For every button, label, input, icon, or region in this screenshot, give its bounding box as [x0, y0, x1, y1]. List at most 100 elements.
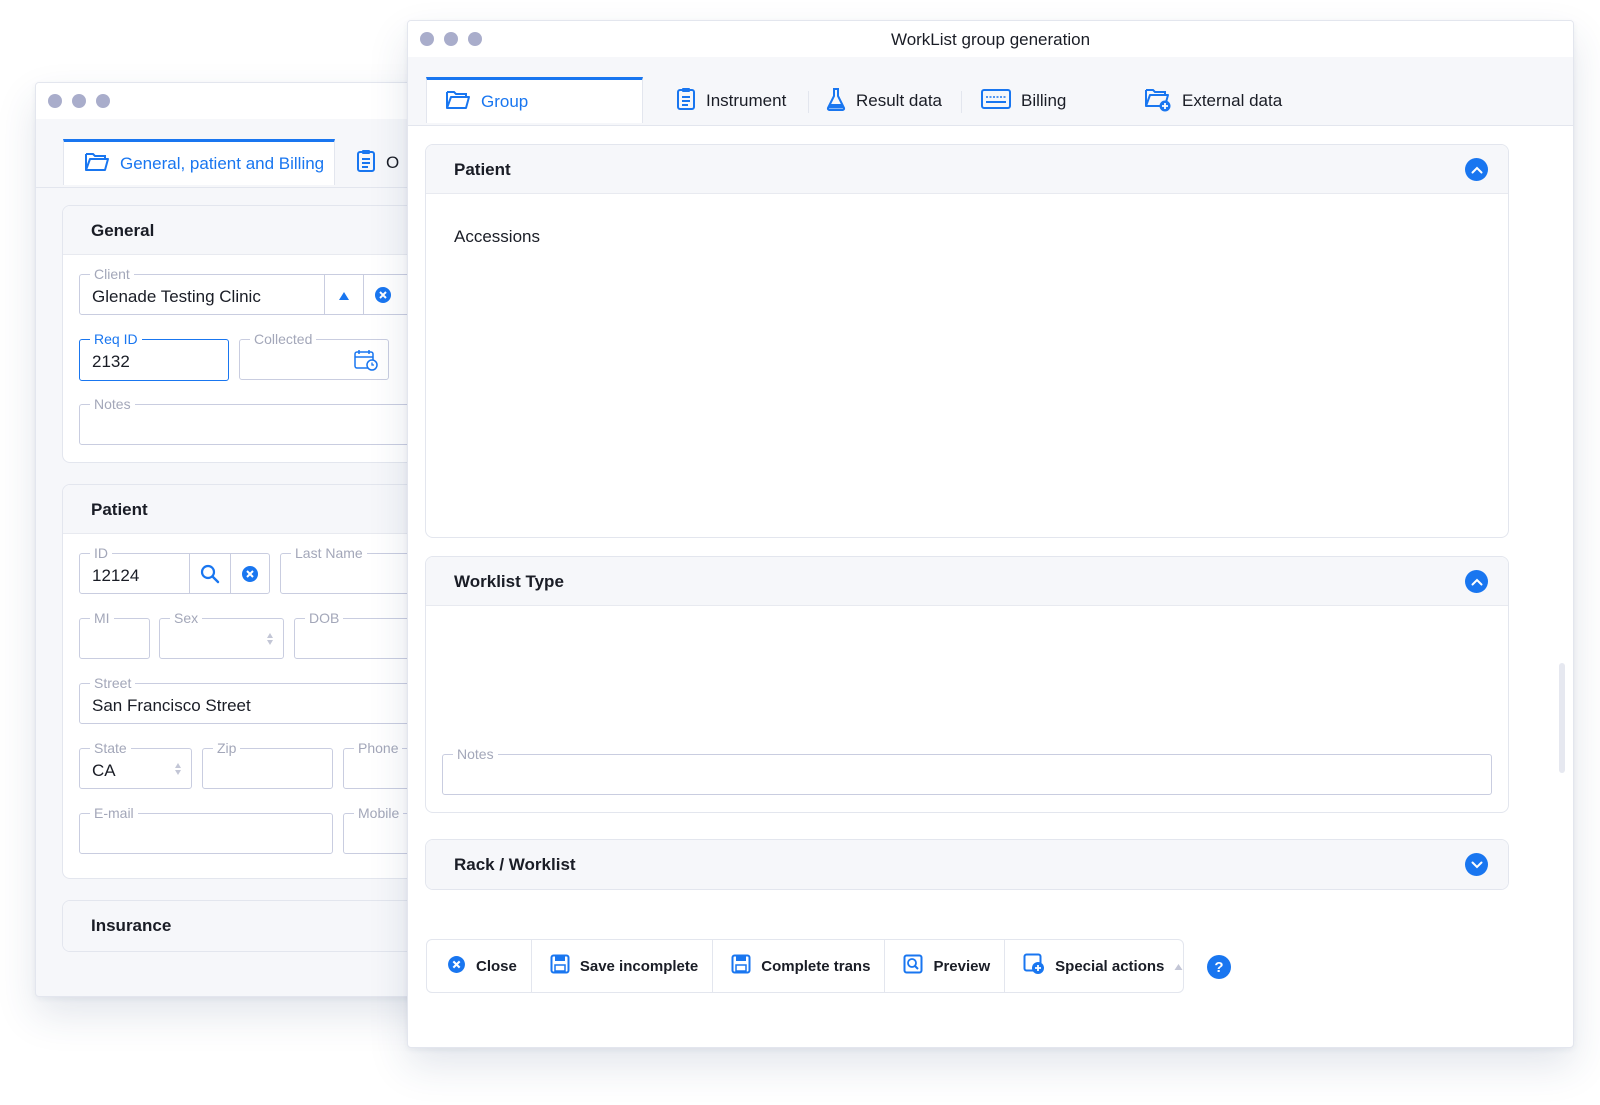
panel-title: Patient [454, 160, 511, 179]
tab-o[interactable]: O [356, 139, 399, 187]
calendar-icon[interactable] [354, 349, 378, 376]
worklist-type-panel: Worklist Type Notes [425, 556, 1509, 813]
save-incomplete-button[interactable]: Save incomplete [532, 940, 714, 992]
field-label: Notes [90, 395, 135, 413]
tab-label: Group [481, 91, 529, 111]
special-actions-icon [1023, 953, 1045, 979]
preview-icon [903, 954, 923, 978]
field-value: 2132 [92, 352, 130, 371]
rack-worklist-panel: Rack / Worklist [425, 839, 1509, 890]
field-label: Phone [354, 739, 403, 757]
tab-label: O [386, 153, 400, 172]
panel-title: Insurance [91, 916, 172, 935]
collected-field[interactable]: Collected [239, 330, 389, 380]
save-icon [731, 954, 751, 978]
field-label: Client [90, 265, 134, 283]
rack-worklist-panel-header[interactable]: Rack / Worklist [426, 840, 1508, 889]
panel-title: Worklist Type [454, 572, 564, 591]
scrollbar[interactable] [1559, 663, 1565, 773]
button-label: Close [476, 957, 517, 975]
patient-id-field[interactable]: ID 12124 [79, 544, 270, 594]
worklist-type-panel-header[interactable]: Worklist Type [426, 557, 1508, 606]
tab-label: External data [1182, 91, 1283, 110]
field-label: Last Name [291, 544, 367, 562]
button-label: Special actions [1055, 957, 1165, 975]
folder-add-icon [1144, 86, 1172, 117]
email-field[interactable]: E-mail [79, 804, 333, 854]
patient-panel: Patient Accessions [425, 144, 1509, 538]
worklist-notes-field[interactable]: Notes [442, 745, 1492, 795]
field-label: Zip [213, 739, 241, 757]
field-value: San Francisco Street [92, 696, 251, 715]
field-label: Mobile [354, 804, 404, 822]
preview-button[interactable]: Preview [885, 940, 1006, 992]
complete-trans-button[interactable]: Complete trans [713, 940, 886, 992]
special-actions-button[interactable]: Special actions [1005, 940, 1197, 992]
accessions-label: Accessions [454, 227, 540, 246]
button-label: Preview [933, 957, 991, 975]
mi-field[interactable]: MI [79, 609, 150, 659]
window-close-dot[interactable] [48, 94, 62, 108]
panel-title: Patient [91, 500, 148, 519]
tab-billing[interactable]: Billing [981, 77, 1066, 125]
folder-open-icon [84, 150, 110, 177]
field-label: Street [90, 674, 136, 692]
clipboard-icon [356, 149, 376, 178]
zip-field[interactable]: Zip [202, 739, 333, 789]
close-icon [447, 955, 466, 978]
select-arrows-icon [266, 632, 274, 651]
window-titlebar: WorkList group generation [408, 21, 1573, 58]
window-title: WorkList group generation [890, 30, 1091, 49]
field-value: Glenade Testing Clinic [92, 287, 261, 306]
folder-open-icon [445, 88, 471, 115]
field-label: State [90, 739, 131, 757]
sex-select[interactable]: Sex [159, 609, 284, 659]
select-arrows-icon [174, 762, 182, 781]
state-select[interactable]: State CA [79, 739, 192, 789]
button-label: Complete trans [761, 957, 871, 975]
field-label: Notes [453, 745, 498, 763]
tab-result-data[interactable]: Result data [826, 77, 942, 125]
tab-label: Instrument [706, 91, 787, 110]
card-icon [981, 88, 1011, 115]
patient-panel-header[interactable]: Patient [426, 145, 1508, 194]
field-label: Collected [250, 330, 317, 348]
caret-up-icon[interactable] [338, 289, 350, 307]
worklist-window: WorkList group generation Group Instrume… [407, 20, 1574, 1048]
window-minimize-dot[interactable] [72, 94, 86, 108]
clear-icon[interactable] [374, 286, 392, 309]
client-field[interactable]: Client Glenade Testing Clinic [79, 265, 419, 315]
search-icon[interactable] [200, 564, 220, 589]
button-label: Save incomplete [579, 957, 699, 975]
panel-title: General [91, 221, 155, 240]
field-label: DOB [305, 609, 344, 627]
tab-label: General, patient and Billing [120, 153, 325, 173]
expand-icon[interactable] [1465, 853, 1488, 876]
tab-group[interactable]: Group [426, 77, 643, 123]
tab-instrument[interactable]: Instrument [676, 77, 786, 125]
close-button[interactable]: Close [427, 940, 532, 992]
panel-title: Rack / Worklist [454, 855, 576, 874]
action-toolbar: Close Save incomplete Complete trans Pre… [426, 939, 1184, 993]
clear-icon[interactable] [241, 565, 259, 588]
field-label: E-mail [90, 804, 138, 822]
clipboard-icon [676, 87, 696, 116]
collapse-icon[interactable] [1465, 570, 1488, 593]
collapse-icon[interactable] [1465, 158, 1488, 181]
field-value: 12124 [92, 566, 140, 585]
req-id-field[interactable]: Req ID 2132 [79, 330, 229, 381]
tab-label: Billing [1021, 91, 1067, 110]
tab-external-data[interactable]: External data [1144, 77, 1282, 125]
caret-up-icon [1174, 958, 1183, 975]
flask-icon [826, 87, 846, 116]
field-value: CA [92, 761, 116, 780]
field-label: ID [90, 544, 112, 562]
window-maximize-dot[interactable] [96, 94, 110, 108]
tab-label: Result data [856, 91, 942, 110]
save-icon [550, 954, 570, 978]
field-label: Req ID [90, 330, 142, 348]
tab-general-patient-billing[interactable]: General, patient and Billing [63, 139, 335, 185]
field-label: Sex [170, 609, 203, 627]
help-icon[interactable]: ? [1207, 955, 1231, 979]
field-label: MI [90, 609, 114, 627]
